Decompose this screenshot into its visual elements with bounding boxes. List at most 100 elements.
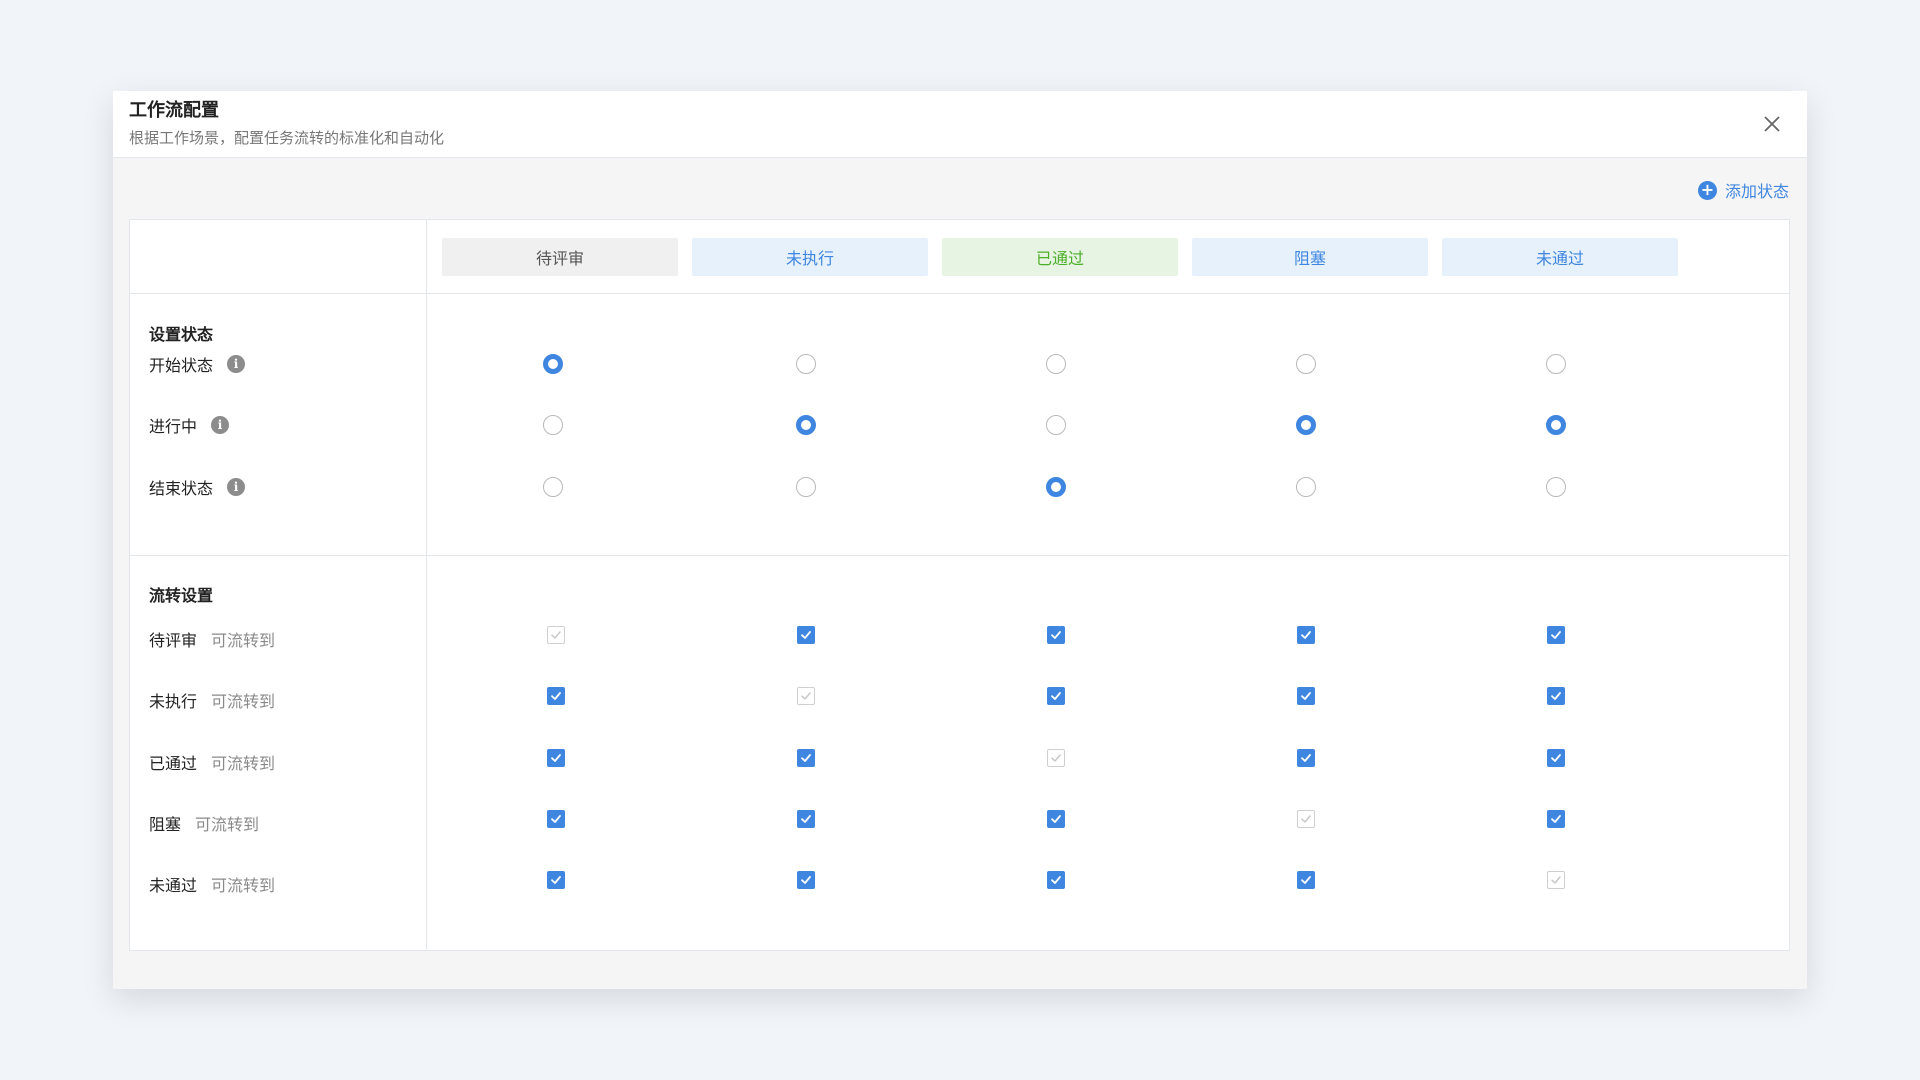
check-icon (551, 815, 561, 823)
workflow-config-modal: 工作流配置 根据工作场景，配置任务流转的标准化和自动化 + 添加状态 设置状态 … (113, 91, 1807, 989)
transition-row-text: 未执行 (149, 692, 198, 711)
status-radio[interactable] (796, 415, 816, 435)
info-icon[interactable]: i (211, 416, 230, 434)
check-icon (551, 754, 561, 762)
close-icon (1764, 116, 1780, 132)
transition-checkbox (1547, 871, 1565, 889)
transition-checkbox[interactable] (1297, 871, 1315, 889)
check-icon (1051, 631, 1061, 639)
add-status-label: 添加状态 (1724, 182, 1789, 201)
status-radio[interactable] (796, 354, 816, 374)
check-icon (1301, 876, 1311, 884)
transition-checkbox[interactable] (1547, 626, 1565, 644)
check-icon (1551, 692, 1561, 700)
transition-checkbox[interactable] (1047, 871, 1065, 889)
transition-row-label: 未通过 可流转到 (149, 872, 275, 896)
status-row-label: 结束状态 i (149, 475, 246, 499)
transition-row-label: 已通过 可流转到 (149, 750, 275, 774)
status-radio[interactable] (1046, 354, 1066, 374)
modal-header: 工作流配置 根据工作场景，配置任务流转的标准化和自动化 (113, 91, 1807, 158)
section-divider (130, 555, 1789, 556)
transition-checkbox[interactable] (1047, 687, 1065, 705)
check-icon (1551, 815, 1561, 823)
workflow-matrix: 设置状态 流转设置 待评审 未执行 已通过 阻塞 未通过 开始状态 i 进行中 i 结束状态 i 待评… (129, 219, 1790, 951)
status-row-label: 进行中 i (149, 413, 230, 437)
status-radio[interactable] (1546, 477, 1566, 497)
check-icon (551, 631, 561, 639)
check-icon (1051, 754, 1061, 762)
transition-checkbox[interactable] (547, 871, 565, 889)
transition-row-label: 阻塞 可流转到 (149, 811, 259, 835)
transition-section-title: 流转设置 (149, 586, 214, 605)
transition-checkbox (547, 626, 565, 644)
status-radio[interactable] (543, 354, 563, 374)
status-radio[interactable] (543, 415, 563, 435)
transition-row-label: 未执行 可流转到 (149, 688, 275, 712)
status-row-text: 开始状态 (149, 356, 214, 375)
check-icon (1051, 692, 1061, 700)
transition-checkbox (1047, 749, 1065, 767)
close-button[interactable] (1759, 111, 1785, 137)
check-icon (1301, 815, 1311, 823)
check-icon (801, 631, 811, 639)
status-radio[interactable] (543, 477, 563, 497)
modal-title: 工作流配置 (129, 100, 219, 121)
status-row-text: 结束状态 (149, 479, 214, 498)
add-status-button[interactable]: + 添加状态 (1697, 177, 1789, 203)
header-divider (130, 293, 1789, 294)
transition-checkbox[interactable] (1297, 749, 1315, 767)
transition-checkbox[interactable] (797, 810, 815, 828)
transition-row-suffix: 可流转到 (211, 631, 276, 650)
info-icon[interactable]: i (227, 478, 246, 496)
status-radio[interactable] (1046, 415, 1066, 435)
transition-checkbox[interactable] (1547, 810, 1565, 828)
transition-checkbox[interactable] (797, 626, 815, 644)
status-column-header: 未通过 (1442, 238, 1678, 276)
transition-row-text: 未通过 (149, 876, 198, 895)
status-row-text: 进行中 (149, 417, 198, 436)
check-icon (801, 754, 811, 762)
check-icon (1551, 631, 1561, 639)
set-status-section-title: 设置状态 (149, 325, 214, 344)
transition-row-label: 待评审 可流转到 (149, 627, 275, 651)
status-column-header: 未执行 (692, 238, 928, 276)
status-radio[interactable] (1046, 477, 1066, 497)
transition-checkbox (797, 687, 815, 705)
info-icon[interactable]: i (227, 355, 246, 373)
transition-checkbox[interactable] (1547, 687, 1565, 705)
transition-checkbox[interactable] (547, 810, 565, 828)
transition-checkbox (1297, 810, 1315, 828)
transition-checkbox[interactable] (1297, 626, 1315, 644)
check-icon (1051, 876, 1061, 884)
check-icon (1301, 692, 1311, 700)
check-icon (1551, 876, 1561, 884)
transition-checkbox[interactable] (797, 749, 815, 767)
check-icon (551, 692, 561, 700)
transition-row-suffix: 可流转到 (195, 815, 260, 834)
check-icon (551, 876, 561, 884)
transition-checkbox[interactable] (797, 871, 815, 889)
status-radio[interactable] (1546, 415, 1566, 435)
transition-checkbox[interactable] (1047, 810, 1065, 828)
status-column-header: 阻塞 (1192, 238, 1428, 276)
transition-checkbox[interactable] (1297, 687, 1315, 705)
modal-subtitle: 根据工作场景，配置任务流转的标准化和自动化 (129, 129, 445, 147)
transition-row-text: 已通过 (149, 754, 198, 773)
transition-row-suffix: 可流转到 (211, 876, 276, 895)
transition-checkbox[interactable] (1547, 749, 1565, 767)
status-radio[interactable] (796, 477, 816, 497)
transition-checkbox[interactable] (547, 749, 565, 767)
status-row-label: 开始状态 i (149, 352, 246, 376)
transition-row-text: 待评审 (149, 631, 198, 650)
transition-row-suffix: 可流转到 (211, 754, 276, 773)
status-radio[interactable] (1546, 354, 1566, 374)
status-radio[interactable] (1296, 477, 1316, 497)
check-icon (1051, 815, 1061, 823)
check-icon (801, 815, 811, 823)
transition-checkbox[interactable] (1047, 626, 1065, 644)
transition-checkbox[interactable] (547, 687, 565, 705)
status-radio[interactable] (1296, 415, 1316, 435)
check-icon (1301, 754, 1311, 762)
status-radio[interactable] (1296, 354, 1316, 374)
check-icon (801, 692, 811, 700)
